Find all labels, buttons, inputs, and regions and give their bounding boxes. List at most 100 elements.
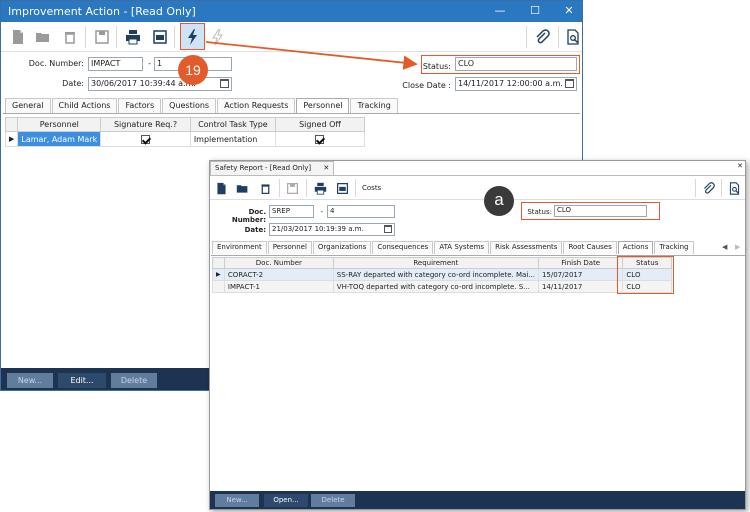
save-icon[interactable]: [286, 182, 299, 195]
open-folder-icon[interactable]: [35, 29, 51, 45]
tab-consequences[interactable]: Consequences: [372, 241, 434, 254]
edit-button[interactable]: Edit...: [58, 373, 106, 388]
signature-required-checkbox[interactable]: [100, 131, 191, 147]
tab-organizations[interactable]: Organizations: [312, 241, 372, 254]
tab-general[interactable]: General: [5, 98, 51, 113]
new-button[interactable]: New...: [215, 494, 259, 507]
tab-tracking[interactable]: Tracking: [350, 98, 398, 113]
new-document-icon[interactable]: [10, 29, 26, 45]
tab-personnel[interactable]: Personnel: [296, 98, 350, 113]
calendar-icon[interactable]: [384, 225, 392, 233]
new-document-icon[interactable]: [215, 182, 228, 195]
report-search-icon[interactable]: [728, 182, 741, 195]
toolbar-separator: [355, 179, 356, 197]
date-field[interactable]: 30/06/2017 10:39:44 a.m.: [88, 77, 232, 91]
tab-questions[interactable]: Questions: [162, 98, 217, 113]
window-close-icon[interactable]: ✕: [737, 162, 743, 170]
window-title: Improvement Action - [Read Only]: [8, 5, 196, 18]
column-header[interactable]: Doc. Number: [223, 257, 334, 269]
delete-icon[interactable]: [62, 29, 78, 45]
window-titlebar: Improvement Action - [Read Only] — ☐ ✕: [1, 1, 582, 22]
doc-number-label: Doc. Number:: [231, 208, 266, 224]
column-header[interactable]: Finish Date: [537, 257, 624, 269]
doc-number-field[interactable]: IMPACT: [88, 57, 143, 71]
document-tab[interactable]: Safety Report - [Read Only] ✕: [210, 161, 335, 175]
tab-actions[interactable]: Actions: [617, 241, 654, 254]
status-highlight: [421, 55, 580, 74]
row-indicator: [212, 280, 225, 293]
table-row[interactable]: ▶ CORACT-2 SS-RAY departed with category…: [212, 268, 672, 281]
status-field[interactable]: CLO: [554, 205, 647, 217]
column-header[interactable]: Signature Req.?: [100, 117, 191, 132]
costs-button[interactable]: Costs: [362, 184, 381, 192]
finish-date-cell[interactable]: 14/11/2017: [537, 280, 624, 293]
column-header[interactable]: Personnel: [17, 117, 102, 132]
maximize-icon[interactable]: ☐: [528, 4, 542, 18]
delete-button[interactable]: Delete: [111, 373, 157, 388]
tab-root-causes[interactable]: Root Causes: [563, 241, 617, 254]
date-field[interactable]: 21/03/2017 10:19:39 a.m.: [269, 223, 395, 236]
tab-close-icon[interactable]: ✕: [323, 164, 329, 172]
close-date-field[interactable]: 14/11/2017 12:00:00 a.m.: [455, 77, 577, 91]
delete-button[interactable]: Delete: [311, 494, 355, 507]
open-folder-icon[interactable]: [236, 182, 249, 195]
column-header[interactable]: Control Task Type: [189, 117, 276, 132]
requirement-cell[interactable]: VH-TOQ departed with category co-ord inc…: [332, 280, 539, 293]
date-value: 21/03/2017 10:19:39 a.m.: [272, 225, 364, 233]
tab-scroll-left-icon[interactable]: ◀: [722, 243, 727, 251]
table-row[interactable]: IMPACT-1 VH-TOQ departed with category c…: [212, 280, 672, 293]
attachment-icon[interactable]: [702, 182, 715, 195]
report-search-icon[interactable]: [565, 29, 581, 45]
doc-number-label: Doc. Number:: [28, 59, 84, 68]
table-row[interactable]: ▶ Lamar, Adam Mark Implementation: [4, 131, 366, 147]
toolbar: [1, 22, 582, 52]
tab-tracking[interactable]: Tracking: [654, 241, 694, 254]
workflow-action-button[interactable]: [180, 23, 205, 50]
doc-number-field[interactable]: SREP: [269, 205, 314, 218]
row-indicator-icon: ▶: [212, 268, 225, 281]
lightning-disabled-icon: [212, 29, 223, 45]
tab-scroll-right-icon[interactable]: ▶: [735, 243, 740, 251]
close-icon[interactable]: ✕: [562, 4, 576, 18]
signed-off-checkbox[interactable]: [274, 131, 366, 147]
control-task-type-cell[interactable]: Implementation: [189, 131, 276, 147]
print-icon[interactable]: [125, 29, 141, 45]
tab-risk-assessments[interactable]: Risk Assessments: [490, 241, 563, 254]
minimize-icon[interactable]: —: [493, 4, 507, 18]
doc-separator: -: [148, 59, 151, 68]
date-label: Date:: [244, 226, 266, 234]
personnel-cell[interactable]: Lamar, Adam Mark: [17, 131, 102, 147]
requirement-cell[interactable]: SS-RAY departed with category co-ord inc…: [332, 268, 539, 281]
tab-action-requests[interactable]: Action Requests: [217, 98, 296, 113]
doc-number-cell[interactable]: CORACT-2: [223, 268, 334, 281]
tab-environment[interactable]: Environment: [212, 241, 267, 254]
safety-report-window: Safety Report - [Read Only] ✕ ✕ Costs Do…: [209, 160, 746, 510]
tab-ata-systems[interactable]: ATA Systems: [434, 241, 490, 254]
document-tab-title: Safety Report - [Read Only]: [215, 164, 312, 172]
print-icon[interactable]: [314, 182, 327, 195]
callout-badge-a: a: [484, 186, 514, 216]
toolbar-separator: [85, 26, 86, 48]
tab-factors[interactable]: Factors: [118, 98, 162, 113]
toolbar-separator: [116, 26, 117, 48]
doc-separator: -: [320, 208, 323, 216]
tab-child-actions[interactable]: Child Actions: [51, 98, 118, 113]
print-preview-icon[interactable]: [336, 182, 349, 195]
doc-revision-field[interactable]: 4: [327, 205, 395, 218]
new-button[interactable]: New...: [7, 373, 53, 388]
print-preview-icon[interactable]: [152, 29, 168, 45]
tab-personnel[interactable]: Personnel: [267, 241, 312, 254]
column-header[interactable]: Requirement: [332, 257, 539, 269]
attachment-icon[interactable]: [534, 29, 550, 45]
calendar-icon[interactable]: [565, 79, 574, 88]
column-header[interactable]: Signed Off: [274, 117, 366, 132]
toolbar-separator: [306, 179, 307, 197]
doc-number-cell[interactable]: IMPACT-1: [223, 280, 334, 293]
open-button[interactable]: Open...: [264, 494, 308, 507]
calendar-icon[interactable]: [220, 79, 229, 88]
delete-icon[interactable]: [259, 182, 272, 195]
status-label: Status:: [527, 208, 552, 216]
save-icon[interactable]: [94, 29, 110, 45]
tab-divider: [210, 175, 745, 176]
finish-date-cell[interactable]: 15/07/2017: [537, 268, 624, 281]
